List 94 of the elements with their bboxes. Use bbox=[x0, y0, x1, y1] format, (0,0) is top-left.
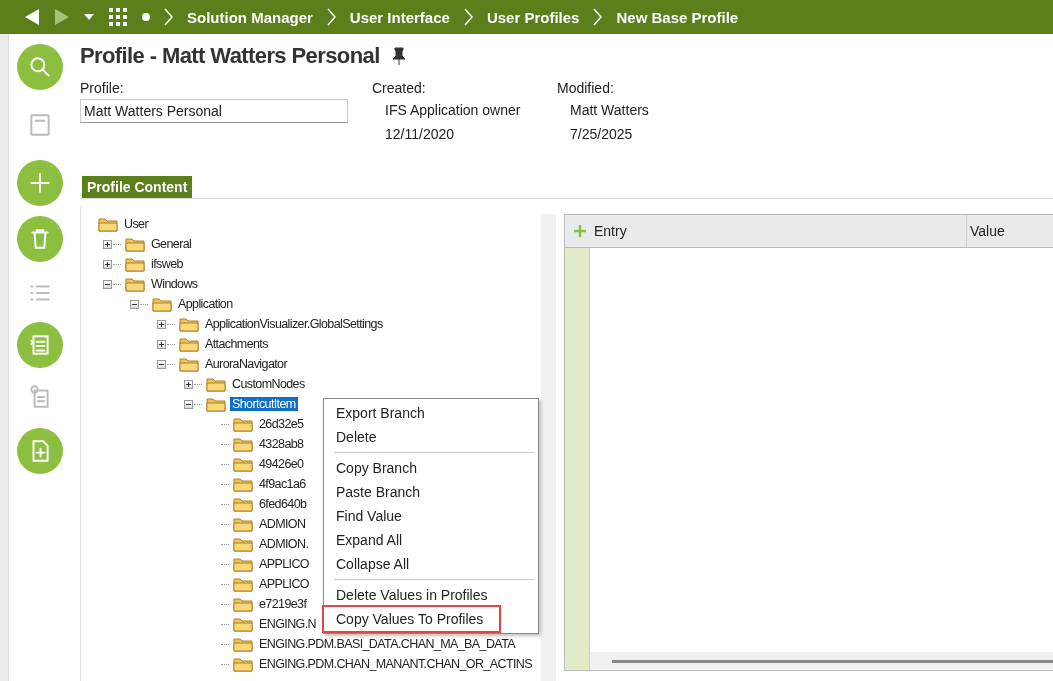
folder-icon bbox=[233, 596, 253, 612]
tree-node[interactable]: General bbox=[149, 237, 194, 251]
tree-node[interactable]: 4328ab8 bbox=[257, 437, 306, 451]
collapse-icon[interactable] bbox=[130, 299, 139, 309]
folder-icon bbox=[125, 276, 145, 292]
folder-icon bbox=[125, 236, 145, 252]
folder-icon bbox=[179, 316, 199, 332]
tree-node[interactable]: Application bbox=[176, 297, 235, 311]
chevron-icon bbox=[593, 8, 603, 26]
scrollbar-track[interactable] bbox=[541, 214, 556, 681]
tree-node[interactable]: APPLICO bbox=[257, 557, 311, 571]
profile-input[interactable]: Matt Watters Personal bbox=[80, 99, 348, 123]
menu-item[interactable]: Copy Values To Profiles bbox=[324, 607, 500, 631]
tree-node[interactable]: Windows bbox=[149, 277, 200, 291]
tree-node[interactable]: ifsweb bbox=[149, 257, 185, 271]
dot-icon[interactable] bbox=[142, 13, 150, 21]
scrollbar-thumb[interactable] bbox=[612, 659, 1053, 663]
folder-icon bbox=[125, 256, 145, 272]
menu-item[interactable]: Collapse All bbox=[324, 552, 426, 576]
menu-item[interactable]: Delete Values in Profiles bbox=[324, 583, 504, 607]
tree-node[interactable]: ENGING.N bbox=[257, 617, 318, 631]
folder-icon bbox=[179, 336, 199, 352]
breadcrumb-link[interactable]: New Base Profile bbox=[616, 8, 739, 26]
tree-node[interactable]: 6fed640b bbox=[257, 497, 309, 511]
field-value: IFS Application owner bbox=[384, 101, 522, 120]
folder-icon bbox=[233, 416, 253, 432]
menu-item[interactable]: Copy Branch bbox=[324, 456, 433, 480]
folder-icon bbox=[233, 516, 253, 532]
collapse-icon[interactable] bbox=[157, 359, 166, 369]
back-icon[interactable] bbox=[24, 8, 40, 26]
menu-item[interactable]: Export Branch bbox=[324, 401, 441, 425]
tree-node[interactable]: ApplicationVisualizer.GlobalSettings bbox=[203, 317, 385, 331]
folder-icon bbox=[233, 436, 253, 452]
page-title: Profile - Matt Watters Personal bbox=[80, 43, 380, 69]
folder-icon bbox=[233, 636, 253, 652]
column-header[interactable]: Value bbox=[966, 215, 1053, 247]
tree-node[interactable]: 26d32e5 bbox=[257, 417, 306, 431]
folder-icon bbox=[206, 396, 226, 412]
menu-item[interactable]: Paste Branch bbox=[324, 480, 437, 504]
folder-icon bbox=[233, 576, 253, 592]
section-tab[interactable]: Profile Content bbox=[82, 176, 193, 198]
field-value: Matt Watters bbox=[569, 101, 650, 120]
tree-node[interactable]: APPLICO bbox=[257, 577, 311, 591]
chevron-icon bbox=[164, 8, 173, 26]
menu-item[interactable]: Find Value bbox=[324, 504, 418, 528]
collapse-icon[interactable] bbox=[184, 399, 193, 409]
chevron-icon bbox=[463, 8, 473, 26]
folder-icon bbox=[179, 356, 199, 372]
breadcrumb-link[interactable]: Solution Manager bbox=[187, 8, 313, 26]
tree-node[interactable]: ENGING.PDM.CHAN_MANANT.CHAN_OR_ACTINS bbox=[257, 657, 534, 671]
chevron-icon bbox=[326, 8, 336, 26]
field-label: Modified: bbox=[557, 79, 615, 98]
search-icon bbox=[27, 54, 53, 80]
tree-node[interactable]: AuroraNavigator bbox=[203, 357, 290, 371]
field-value: 7/25/2025 bbox=[569, 125, 634, 144]
folder-icon bbox=[233, 476, 253, 492]
expand-icon[interactable] bbox=[103, 239, 112, 249]
folder-icon bbox=[152, 296, 172, 312]
tree-node[interactable]: ENGING.PDM.BASI_DATA.CHAN_MA_BA_DATA bbox=[257, 637, 517, 651]
menu-item[interactable]: Delete bbox=[324, 425, 393, 449]
forward-icon[interactable] bbox=[54, 8, 70, 26]
collapse-icon[interactable] bbox=[103, 279, 112, 289]
breadcrumb-link[interactable]: User Profiles bbox=[486, 8, 580, 26]
field-label: Profile: bbox=[80, 79, 125, 98]
folder-icon bbox=[233, 616, 253, 632]
expand-icon[interactable] bbox=[157, 319, 166, 329]
tree-node[interactable]: e7219e3f bbox=[257, 597, 309, 611]
folder-icon bbox=[233, 536, 253, 552]
field-label: Created: bbox=[372, 79, 427, 98]
apps-grid-icon[interactable] bbox=[108, 7, 128, 27]
tree-node[interactable]: 4f9ac1a6 bbox=[257, 477, 308, 491]
field-value: 12/11/2020 bbox=[384, 125, 456, 144]
tree-node[interactable]: ShortcutItem bbox=[230, 397, 298, 411]
folder-icon bbox=[233, 556, 253, 572]
folder-icon bbox=[233, 456, 253, 472]
expand-icon[interactable] bbox=[184, 379, 193, 389]
menu-item[interactable]: Expand All bbox=[324, 528, 419, 552]
folder-icon bbox=[233, 496, 253, 512]
expand-icon[interactable] bbox=[157, 339, 166, 349]
tree-node[interactable]: User bbox=[122, 217, 150, 231]
tree-node[interactable]: 49426e0 bbox=[257, 457, 306, 471]
folder-icon bbox=[98, 216, 118, 232]
tree-node[interactable]: ADMION. bbox=[257, 537, 311, 551]
folder-icon bbox=[233, 656, 253, 672]
folder-icon bbox=[206, 376, 226, 392]
pin-icon[interactable] bbox=[391, 47, 406, 65]
caret-icon[interactable] bbox=[84, 14, 94, 20]
expand-icon[interactable] bbox=[103, 259, 112, 269]
save-icon bbox=[27, 112, 53, 138]
breadcrumb-link[interactable]: User Interface bbox=[349, 8, 450, 26]
tree-node[interactable]: ADMION bbox=[257, 517, 308, 531]
column-header[interactable]: Entry bbox=[591, 215, 966, 247]
tree-node[interactable]: CustomNodes bbox=[230, 377, 307, 391]
tree-node[interactable]: Attachments bbox=[203, 337, 270, 351]
